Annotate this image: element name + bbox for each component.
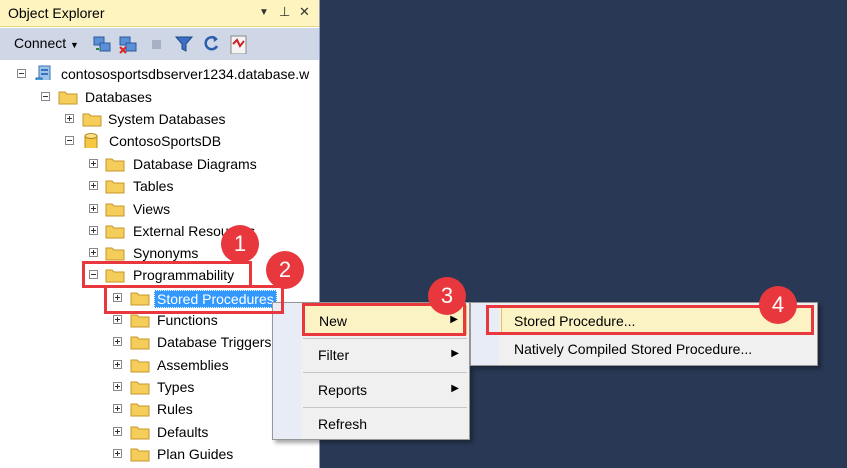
- expand-icon[interactable]: [89, 181, 98, 190]
- database-label: ContosoSportsDB: [109, 133, 222, 149]
- filter-icon[interactable]: [175, 34, 193, 54]
- menu-separator: [303, 372, 467, 373]
- folder-icon: [130, 403, 150, 417]
- folder-icon: [130, 426, 150, 440]
- system-databases-label: System Databases: [108, 111, 226, 127]
- menu-separator: [303, 338, 467, 339]
- database-diagrams-label: Database Diagrams: [133, 156, 257, 172]
- functions-label: Functions: [157, 312, 218, 328]
- expand-icon[interactable]: [89, 226, 98, 235]
- connect-object-icon[interactable]: [92, 34, 112, 54]
- folder-icon: [105, 203, 125, 217]
- step-badge-3: 3: [428, 277, 466, 315]
- folder-icon: [58, 91, 78, 105]
- collapse-icon[interactable]: [41, 92, 50, 101]
- folder-icon: [130, 448, 150, 462]
- databases-label: Databases: [85, 89, 152, 105]
- menu-item-refresh-label: Refresh: [318, 416, 368, 432]
- expand-icon[interactable]: [113, 315, 122, 324]
- pin-icon[interactable]: ⊥: [279, 4, 290, 20]
- folder-icon: [105, 180, 125, 194]
- server-icon: [35, 65, 51, 80]
- folder-icon: [105, 225, 125, 239]
- folder-icon: [130, 336, 150, 350]
- menu-item-reports[interactable]: Reports ▶: [303, 375, 467, 405]
- tables-label: Tables: [133, 178, 174, 194]
- activity-monitor-icon[interactable]: [228, 34, 250, 54]
- menu-item-natively-compiled-stored-procedure[interactable]: Natively Compiled Stored Procedure...: [501, 335, 814, 363]
- folder-icon: [130, 314, 150, 328]
- highlight-box-programmability: [82, 261, 252, 288]
- expand-icon[interactable]: [113, 404, 122, 413]
- menu-separator: [303, 407, 467, 408]
- assemblies-label: Assemblies: [157, 357, 229, 373]
- defaults-label: Defaults: [157, 424, 209, 440]
- folder-icon: [105, 247, 125, 261]
- collapse-icon[interactable]: [65, 136, 74, 145]
- expand-icon[interactable]: [89, 248, 98, 257]
- submenu-arrow-icon: ▶: [451, 383, 459, 394]
- chevron-down-icon: ▼: [70, 40, 79, 50]
- menu-item-natively-compiled-label: Natively Compiled Stored Procedure...: [514, 341, 753, 357]
- database-triggers-label: Database Triggers: [157, 334, 272, 350]
- types-label: Types: [157, 379, 195, 395]
- disconnect-icon[interactable]: [118, 34, 138, 54]
- expand-icon[interactable]: [65, 114, 74, 123]
- dropdown-icon[interactable]: ▼: [259, 7, 269, 18]
- plan-guides-label: Plan Guides: [157, 446, 234, 462]
- step-badge-2: 2: [266, 251, 304, 289]
- menu-item-filter-label: Filter: [318, 347, 350, 363]
- expand-icon[interactable]: [89, 159, 98, 168]
- folder-icon: [130, 359, 150, 373]
- submenu-arrow-icon: ▶: [451, 348, 459, 359]
- folder-icon: [82, 113, 102, 127]
- expand-icon[interactable]: [113, 449, 122, 458]
- synonyms-label: Synonyms: [133, 245, 199, 261]
- expand-icon[interactable]: [89, 204, 98, 213]
- connect-button[interactable]: Connect ▼: [14, 35, 79, 55]
- connect-label: Connect: [14, 35, 67, 51]
- panel-title-bar[interactable]: Object Explorer ▼ ⊥ ✕: [0, 0, 319, 27]
- server-label: contososportsdbserver1234.database.w: [61, 66, 310, 82]
- refresh-icon[interactable]: [202, 34, 220, 54]
- stop-icon[interactable]: [150, 34, 164, 54]
- menu-item-filter[interactable]: Filter ▶: [303, 340, 467, 370]
- menu-item-reports-label: Reports: [318, 382, 368, 398]
- expand-icon[interactable]: [113, 360, 122, 369]
- close-icon[interactable]: ✕: [299, 4, 310, 20]
- views-label: Views: [133, 201, 171, 217]
- expand-icon[interactable]: [113, 382, 122, 391]
- rules-label: Rules: [157, 401, 193, 417]
- database-icon: [84, 133, 98, 148]
- folder-icon: [130, 381, 150, 395]
- menu-item-refresh[interactable]: Refresh: [303, 409, 467, 439]
- toolbar: Connect ▼: [0, 28, 319, 60]
- step-badge-4: 4: [759, 286, 797, 324]
- expand-icon[interactable]: [113, 427, 122, 436]
- panel-title: Object Explorer: [8, 5, 105, 21]
- step-badge-1: 1: [221, 225, 259, 263]
- highlight-box-stored-procedures: [104, 285, 284, 314]
- folder-icon: [105, 158, 125, 172]
- expand-icon[interactable]: [113, 337, 122, 346]
- collapse-icon[interactable]: [17, 69, 26, 78]
